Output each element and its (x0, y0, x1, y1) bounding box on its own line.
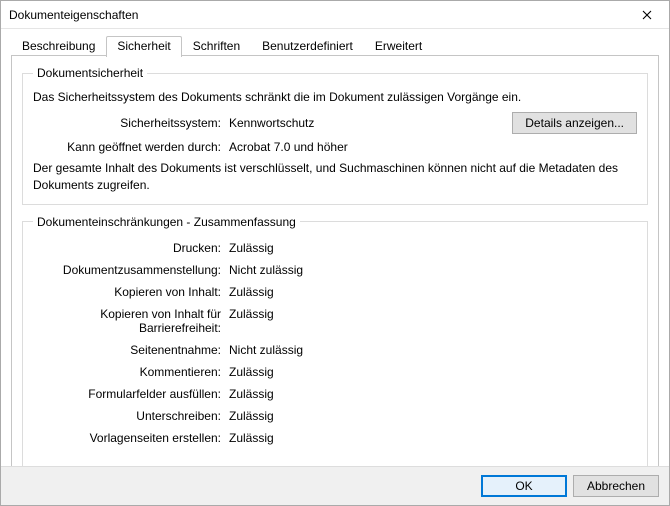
restrict-page-extraction-label: Seitenentnahme: (33, 343, 221, 357)
restrict-form-fill-label: Formularfelder ausfüllen: (33, 387, 221, 401)
dialog-window: Dokumenteigenschaften Beschreibung Siche… (0, 0, 670, 506)
tab-strip: Beschreibung Sicherheit Schriften Benutz… (11, 33, 659, 56)
security-intro-text: Das Sicherheitssystem des Dokuments schr… (33, 90, 637, 104)
restrict-assembly-label: Dokumentzusammenstellung: (33, 263, 221, 277)
restrict-copy-label: Kopieren von Inhalt: (33, 285, 221, 299)
encryption-note: Der gesamte Inhalt des Dokuments ist ver… (33, 160, 637, 194)
window-title: Dokumenteigenschaften (9, 8, 627, 22)
close-icon[interactable] (627, 2, 667, 28)
restrict-signing-label: Unterschreiben: (33, 409, 221, 423)
tab-custom[interactable]: Benutzerdefiniert (251, 35, 364, 56)
title-bar: Dokumenteigenschaften (1, 1, 669, 29)
restrict-copy-accessibility-label: Kopieren von Inhalt für Barrierefreiheit… (33, 307, 221, 335)
restrict-assembly-value: Nicht zulässig (229, 263, 637, 277)
restrict-commenting-value: Zulässig (229, 365, 637, 379)
restrict-template-pages-label: Vorlagenseiten erstellen: (33, 431, 221, 445)
restrict-printing-value: Zulässig (229, 241, 637, 255)
can-be-opened-label: Kann geöffnet werden durch: (33, 140, 221, 154)
restrict-copy-accessibility-value: Zulässig (229, 307, 637, 335)
restrict-template-pages-value: Zulässig (229, 431, 637, 445)
restrict-copy-value: Zulässig (229, 285, 637, 299)
tab-panel-security: Dokumentsicherheit Das Sicherheitssystem… (11, 55, 659, 466)
restrictions-group: Dokumenteinschränkungen - Zusammenfassun… (22, 215, 648, 466)
restrictions-grid: Drucken: Zulässig Dokumentzusammenstellu… (33, 241, 637, 445)
dialog-body: Beschreibung Sicherheit Schriften Benutz… (1, 29, 669, 466)
tab-security[interactable]: Sicherheit (106, 36, 181, 57)
restrict-form-fill-value: Zulässig (229, 387, 637, 401)
document-security-legend: Dokumentsicherheit (33, 66, 147, 80)
can-be-opened-value: Acrobat 7.0 und höher (229, 140, 637, 154)
security-system-label: Sicherheitssystem: (33, 116, 221, 130)
restrict-page-extraction-value: Nicht zulässig (229, 343, 637, 357)
document-security-group: Dokumentsicherheit Das Sicherheitssystem… (22, 66, 648, 205)
tab-fonts[interactable]: Schriften (182, 35, 251, 56)
security-system-value: Kennwortschutz (229, 116, 504, 130)
restrict-signing-value: Zulässig (229, 409, 637, 423)
restrict-commenting-label: Kommentieren: (33, 365, 221, 379)
ok-button[interactable]: OK (481, 475, 567, 497)
tab-advanced[interactable]: Erweitert (364, 35, 433, 56)
show-details-button[interactable]: Details anzeigen... (512, 112, 637, 134)
can-be-opened-row: Kann geöffnet werden durch: Acrobat 7.0 … (33, 140, 637, 154)
tab-description[interactable]: Beschreibung (11, 35, 106, 56)
restrictions-legend: Dokumenteinschränkungen - Zusammenfassun… (33, 215, 300, 229)
security-system-row: Sicherheitssystem: Kennwortschutz Detail… (33, 112, 637, 134)
dialog-footer: OK Abbrechen (1, 466, 669, 505)
restrict-printing-label: Drucken: (33, 241, 221, 255)
cancel-button[interactable]: Abbrechen (573, 475, 659, 497)
